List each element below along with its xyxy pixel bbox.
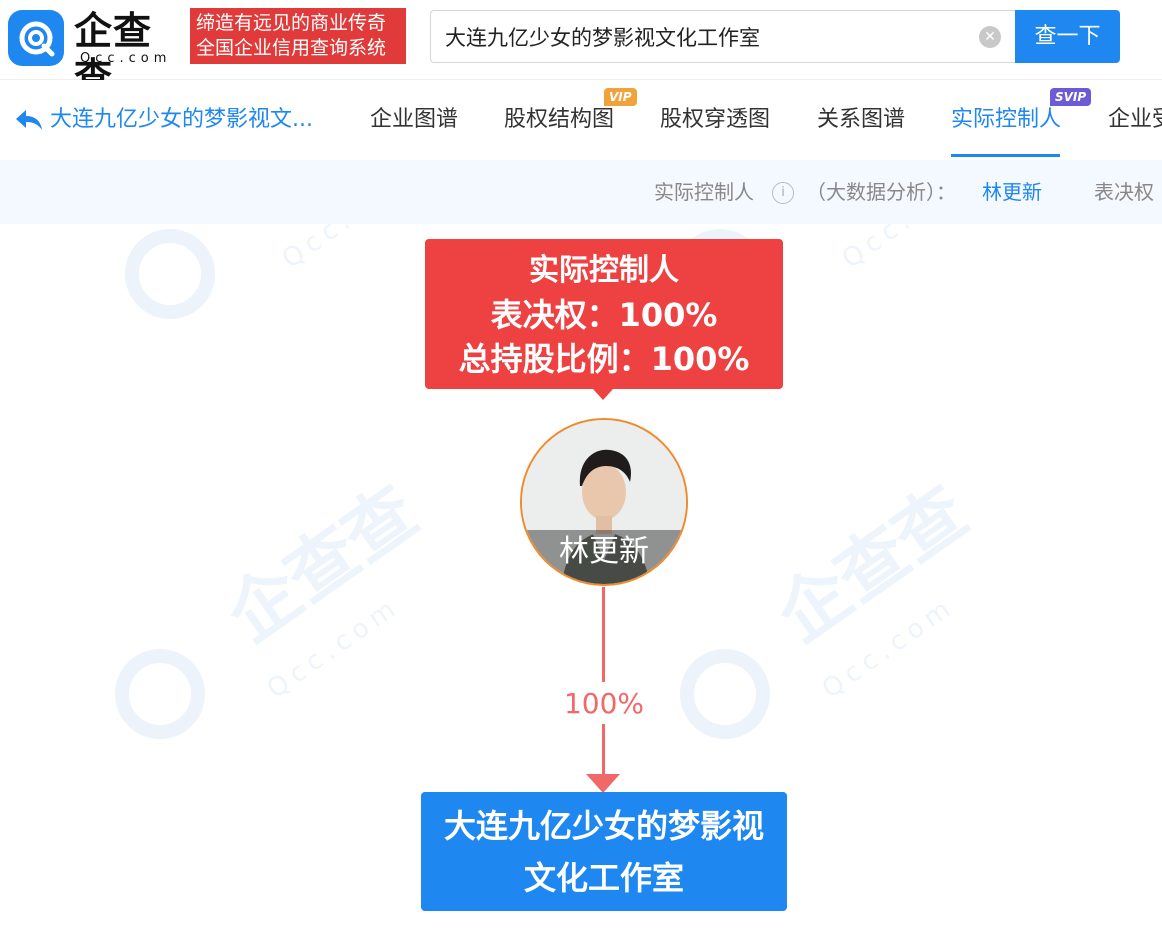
ownership-edge [602, 724, 605, 776]
tab-bar: 大连九亿少女的梦影视文... 企业图谱 股权结构图 股权穿透图 关系图谱 实际控… [0, 80, 1162, 160]
controller-info-strip: 实际控制人 i （大数据分析）： 林更新 表决权 [0, 160, 1162, 224]
back-arrow-icon[interactable] [14, 108, 44, 132]
info-label: 实际控制人 [654, 180, 754, 204]
slogan-banner: 缔造有远见的商业传奇 全国企业信用查询系统 [190, 8, 406, 64]
tab-actual-controller[interactable]: 实际控制人 [951, 106, 1061, 134]
controller-title: 实际控制人 [529, 253, 679, 288]
person-avatar[interactable]: 林更新 [520, 418, 688, 586]
svip-badge: SVIP [1050, 88, 1092, 106]
info-suffix: （大数据分析）： [806, 180, 956, 204]
info-icon[interactable]: i [772, 182, 794, 204]
clear-icon[interactable]: ✕ [979, 26, 1001, 48]
tab-equity-structure[interactable]: 股权结构图 [504, 106, 614, 134]
watermark-domain: Qcc.com [277, 224, 421, 275]
company-card[interactable]: 大连九亿少女的梦影视文化工作室 [421, 792, 787, 911]
active-tab-indicator [951, 154, 1060, 157]
arrow-down-icon [586, 774, 620, 793]
voting-rights: 表决权：100% [490, 296, 718, 334]
tab-relation-graph[interactable]: 关系图谱 [817, 106, 905, 134]
logo-domain: Qcc.com [80, 51, 172, 66]
card-pointer [593, 389, 613, 400]
qcc-logo-icon [8, 10, 64, 66]
page: 企查查 企查查 企查查 企查查 Qcc.com Qcc.com Qcc.com … [0, 0, 1162, 942]
watermark-domain: Qcc.com [837, 224, 981, 275]
total-shareholding: 总持股比例：100% [458, 340, 750, 378]
tab-enterprise-graph[interactable]: 企业图谱 [370, 106, 458, 134]
ownership-edge [602, 587, 605, 682]
search-box: ✕ [430, 10, 1016, 63]
top-header: 企查查 Qcc.com 缔造有远见的商业传奇 全国企业信用查询系统 ✕ 查一下 [0, 0, 1162, 99]
controller-name-link[interactable]: 林更新 [982, 178, 1042, 206]
back-link[interactable]: 大连九亿少女的梦影视文... [50, 106, 313, 134]
slogan-line-1: 缔造有远见的商业传奇 [196, 12, 387, 34]
search-button[interactable]: 查一下 [1015, 10, 1120, 63]
search-input[interactable] [445, 11, 965, 62]
ownership-percent: 100% [563, 687, 645, 720]
slogan-line-2: 全国企业信用查询系统 [196, 37, 387, 59]
logo[interactable]: 企查查 Qcc.com [8, 8, 186, 99]
watermark-text: 企查查 [213, 470, 432, 658]
tab-beneficiary[interactable]: 企业受 [1108, 106, 1162, 134]
person-name: 林更新 [522, 530, 686, 584]
vip-badge: VIP [604, 88, 637, 106]
watermark-text: 企查查 [763, 470, 982, 658]
voting-rights-label: 表决权 [1094, 180, 1154, 204]
controller-card: 实际控制人 表决权：100% 总持股比例：100% [425, 239, 783, 389]
tab-equity-penetration[interactable]: 股权穿透图 [660, 106, 770, 134]
